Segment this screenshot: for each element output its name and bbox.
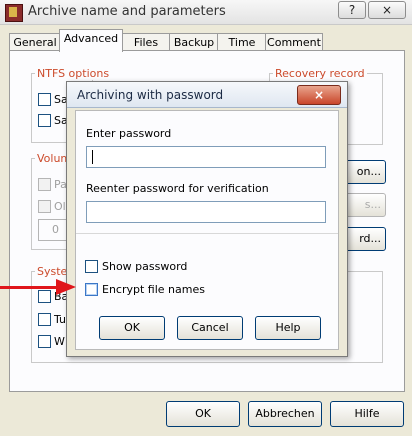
volumes-checkbox-1[interactable] [38,178,51,191]
tab-general[interactable]: General [9,33,61,51]
window-title: Archive name and parameters [28,4,226,19]
ntfs-options-label: NTFS options [35,67,112,80]
enter-password-field[interactable] [86,146,326,168]
encrypt-file-names-label: Encrypt file names [102,283,205,296]
volumes-checkbox-2-label: Ol [54,200,66,213]
reenter-password-label: Reenter password for verification [86,182,269,195]
system-checkbox-2-label: Tu [54,313,67,326]
password-ok-button[interactable]: OK [99,316,165,340]
volumes-checkbox-1-label: Pa [54,178,67,191]
help-button[interactable]: Hilfe [330,401,404,427]
help-title-button[interactable]: ? [338,1,366,19]
show-password-checkbox[interactable] [85,260,98,273]
ntfs-checkbox-2[interactable] [38,114,51,127]
encrypt-file-names-checkbox[interactable] [85,283,98,296]
volumes-size-value: 0 [52,223,59,236]
system-checkbox-3-label: W [54,335,65,348]
tab-advanced[interactable]: Advanced [59,29,123,52]
password-help-button[interactable]: Help [255,316,321,340]
password-dialog-body: Enter password Reenter password for veri… [75,110,339,350]
ntfs-checkbox-1[interactable] [38,93,51,106]
cancel-button[interactable]: Abbrechen [248,401,322,427]
tab-time[interactable]: Time [217,33,267,51]
recovery-record-label: Recovery record [273,67,367,80]
close-title-button[interactable]: × [368,1,406,19]
system-checkbox-2[interactable] [38,313,51,326]
right-button-1-label: on... [356,165,381,178]
enter-password-label: Enter password [86,127,172,140]
text-caret [92,150,93,164]
password-cancel-button[interactable]: Cancel [177,316,243,340]
show-password-label: Show password [102,260,188,273]
tab-comment[interactable]: Comment [265,33,323,51]
annotation-arrow-icon [56,279,76,295]
winrar-icon [5,4,23,22]
volumes-checkbox-2[interactable] [38,200,51,213]
window-title-bar: Archive name and parameters ? × [0,0,412,25]
tab-backup[interactable]: Backup [169,33,219,51]
system-checkbox-3[interactable] [38,335,51,348]
ok-button[interactable]: OK [166,401,240,427]
password-dialog-close-button[interactable]: × [297,85,341,105]
password-dialog: Archiving with password × Enter password… [66,81,348,357]
password-dialog-title: Archiving with password [77,88,224,102]
tab-files[interactable]: Files [121,33,171,51]
password-dialog-title-bar: Archiving with password × [67,82,347,108]
system-checkbox-1[interactable] [38,290,51,303]
reenter-password-field[interactable] [86,201,326,223]
right-button-3-label: rd... [359,232,381,245]
annotation-arrow-line [0,286,58,289]
right-button-2-label: s... [364,198,381,211]
divider [76,233,338,234]
